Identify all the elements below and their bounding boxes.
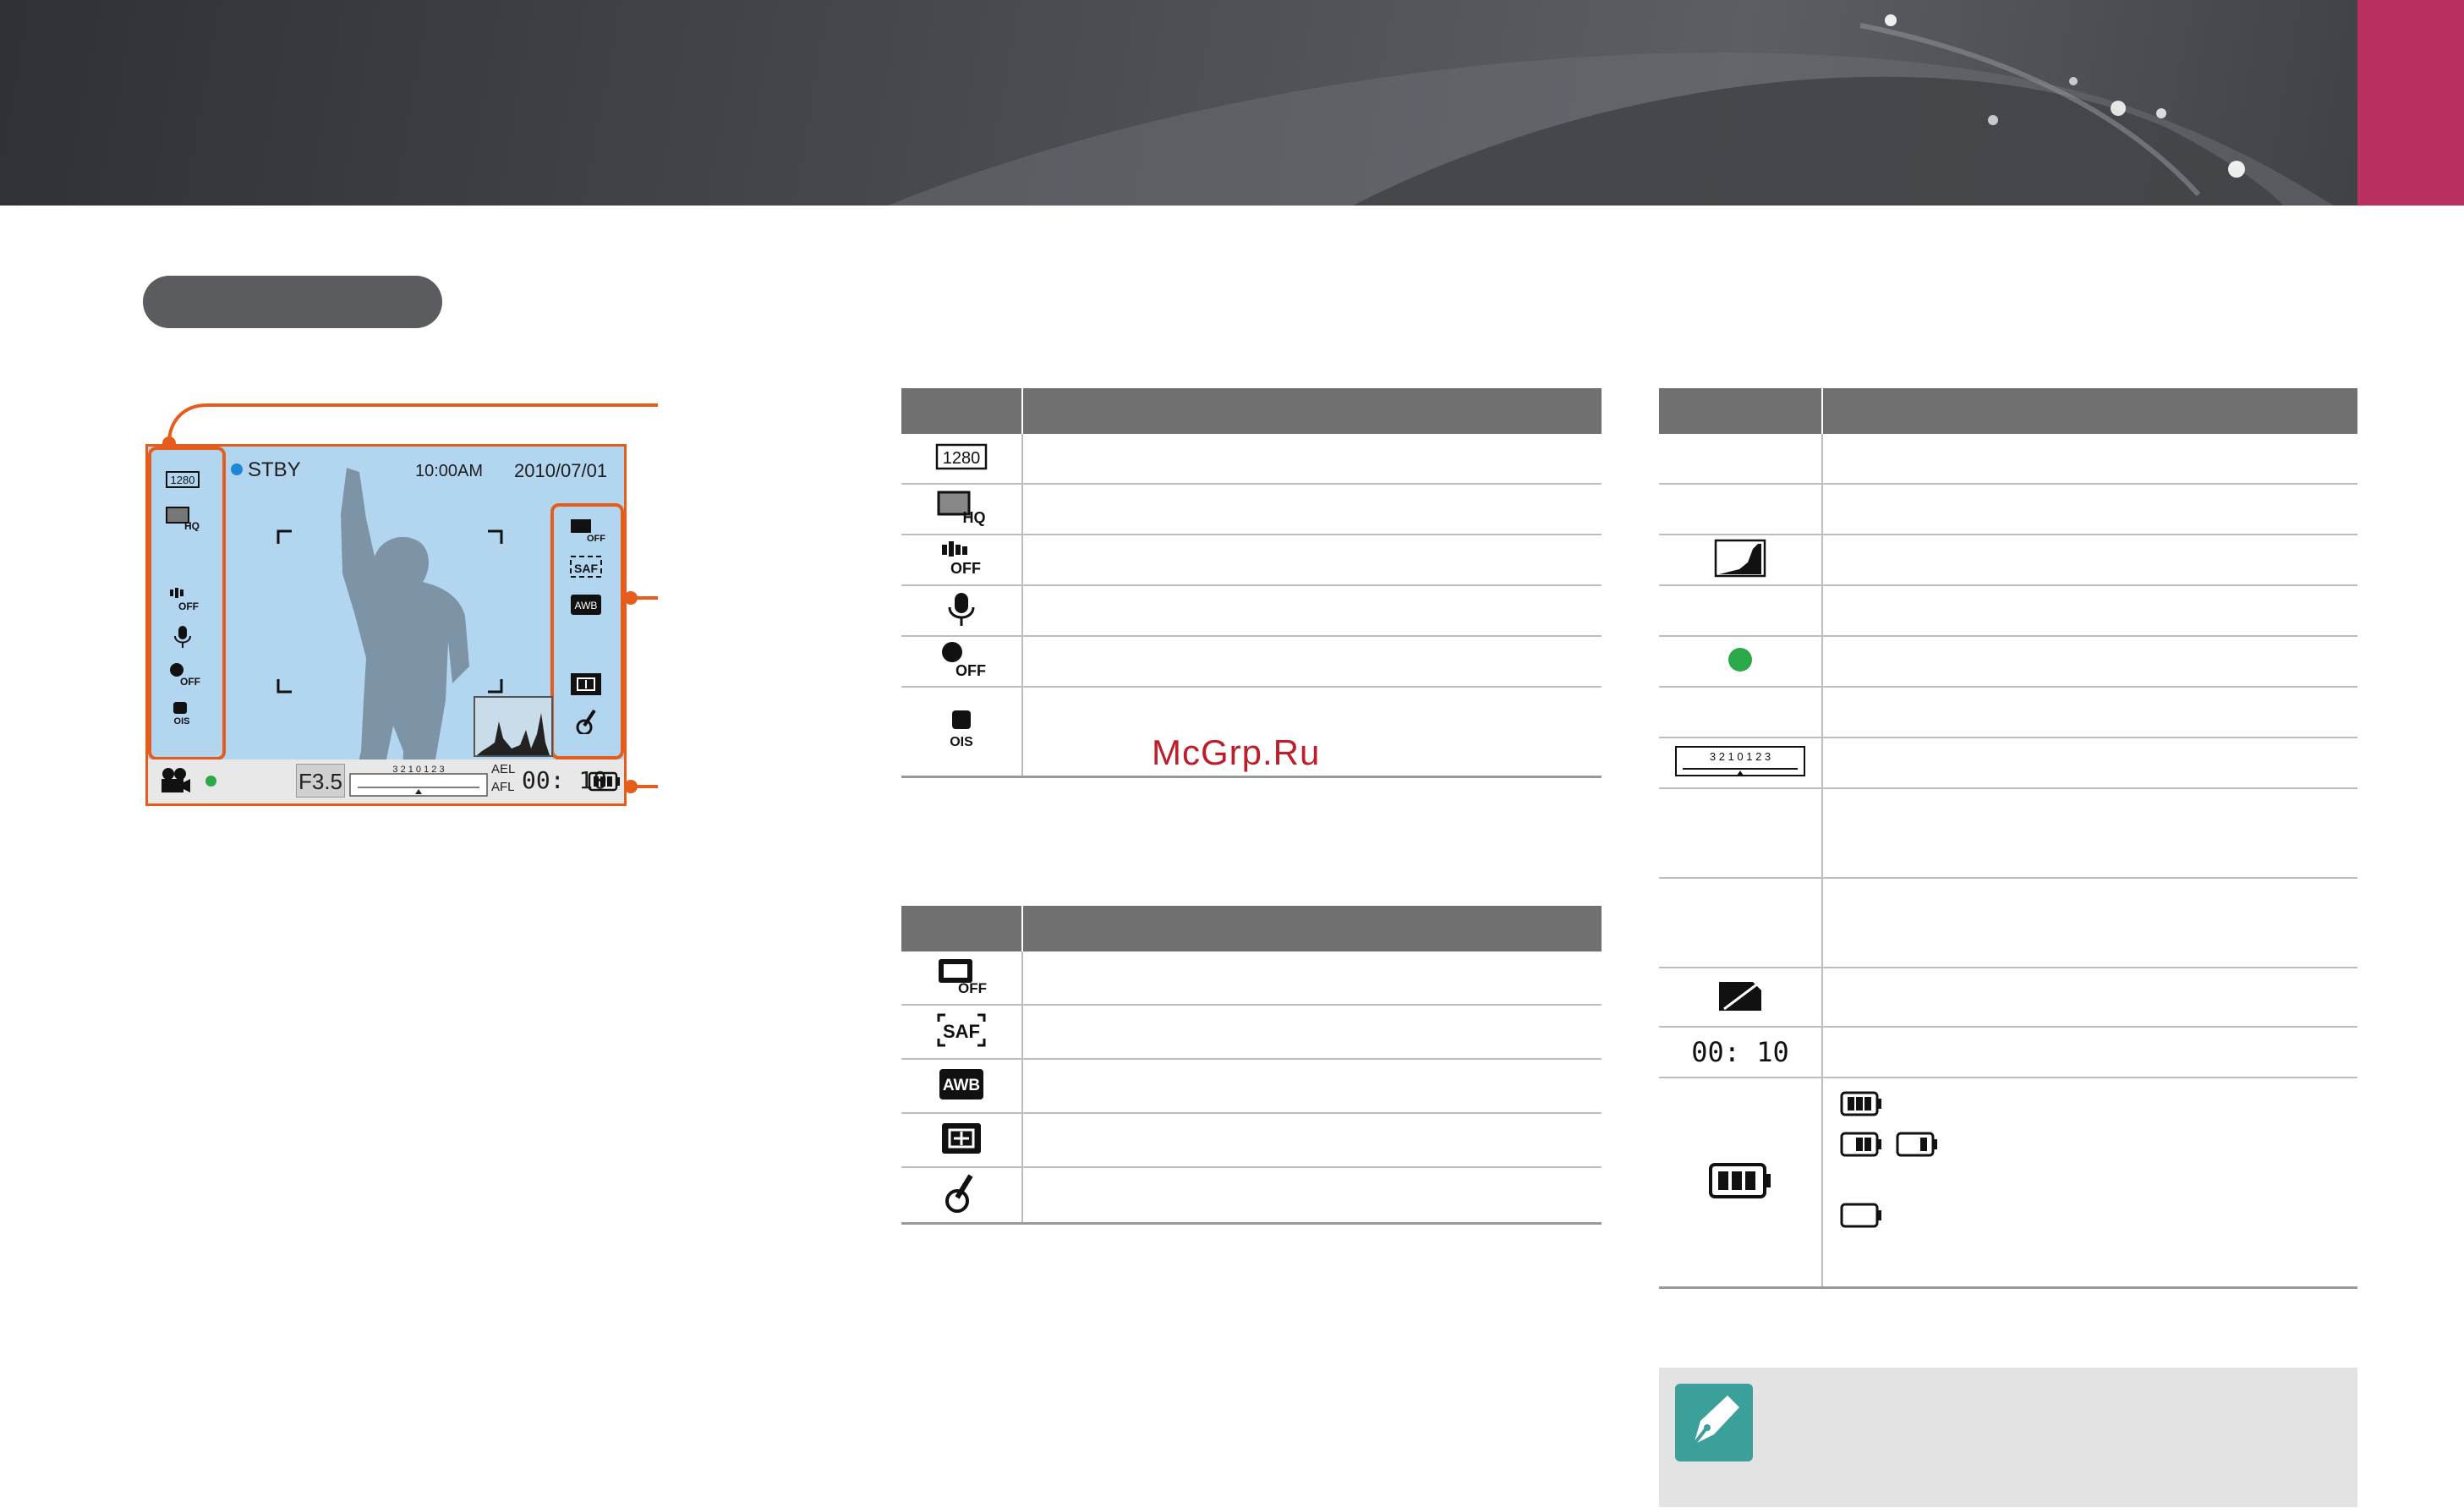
voice-mic-icon xyxy=(948,592,975,626)
exposure-scale-icon: 3 2 1 0 1 2 3 xyxy=(349,765,488,797)
svg-text:OFF: OFF xyxy=(587,534,605,543)
fader-off-icon: OFF xyxy=(942,641,986,679)
svg-text:OFF: OFF xyxy=(958,980,987,996)
table-row xyxy=(901,585,1602,637)
lcd-screen: 1280 HQ OFF OFF OIS STBY 10:00AM 2010/07… xyxy=(145,444,627,806)
lcd-bottom-bar: F3.5 3 2 1 0 1 2 3 AEL AFL 00: 10 xyxy=(148,759,624,803)
metering-icon xyxy=(571,673,601,695)
table-row: OFF xyxy=(901,951,1602,1006)
battery-low-icon xyxy=(1896,1132,1937,1157)
picture-wizard-icon xyxy=(576,709,596,734)
focus-dot-icon xyxy=(205,776,216,787)
awb-icon: AWB xyxy=(939,1068,983,1099)
battery-full-icon xyxy=(1840,1091,1881,1116)
table-row xyxy=(1659,968,2357,1028)
table-row: SAF xyxy=(901,1005,1602,1060)
picture-wizard-icon xyxy=(945,1173,973,1213)
table-row: 3 2 1 0 1 2 3 xyxy=(1659,738,2357,789)
table-row xyxy=(1659,535,2357,586)
svg-text:3 2 1 0 1 2 3: 3 2 1 0 1 2 3 xyxy=(1710,750,1771,763)
table-row: AWB xyxy=(901,1059,1602,1114)
table-row: 00: 10 xyxy=(1659,1027,2357,1078)
watermark: McGrp.Ru xyxy=(1152,732,1321,772)
battery-half-icon xyxy=(1840,1132,1881,1157)
icons-table-left-top: 1280 HQ OFF OFF OIS xyxy=(901,388,1602,778)
histogram-icon xyxy=(1714,539,1766,577)
battery-full-icon xyxy=(588,771,620,792)
table-row: OFF xyxy=(901,636,1602,688)
wind-cut-off-icon: OFF xyxy=(942,540,981,577)
smart-range-off-icon: OFF xyxy=(571,519,605,543)
histogram-icon xyxy=(474,696,553,757)
icons-table-left-bottom: OFF SAF AWB xyxy=(901,906,1602,1225)
svg-text:3 2 1 0 1 2 3: 3 2 1 0 1 2 3 xyxy=(392,765,444,775)
metering-icon xyxy=(942,1122,981,1154)
table-header xyxy=(1659,388,2357,434)
svg-text:1280: 1280 xyxy=(943,449,981,468)
exposure-scale-icon: 3 2 1 0 1 2 3 xyxy=(1675,745,1805,776)
awb-icon: AWB xyxy=(571,595,601,615)
battery-icon xyxy=(1709,1162,1771,1198)
note-box xyxy=(1659,1368,2357,1507)
svg-text:SAF: SAF xyxy=(574,562,598,575)
callout-dot-right xyxy=(624,591,638,605)
table-row xyxy=(1659,636,2357,688)
icons-table-right: 3 2 1 0 1 2 3 00: 10 xyxy=(1659,388,2357,1289)
svg-text:OFF: OFF xyxy=(950,560,981,577)
table-row xyxy=(1659,434,2357,485)
table-header xyxy=(901,388,1602,434)
ael-label: AEL xyxy=(491,762,516,776)
table-row xyxy=(1659,585,2357,637)
table-row xyxy=(901,1167,1602,1225)
svg-text:AWB: AWB xyxy=(943,1077,980,1094)
table-row xyxy=(1659,1078,2357,1289)
ois-icon: OIS xyxy=(950,710,973,749)
note-pen-icon xyxy=(1675,1384,1753,1461)
table-row: 1280 xyxy=(901,434,1602,485)
movie-size-1280-icon: 1280 xyxy=(935,443,988,469)
table-row xyxy=(1659,788,2357,879)
table-row: HQ xyxy=(901,484,1602,535)
saf-icon: SAF xyxy=(570,556,602,578)
smart-range-off-icon: OFF xyxy=(939,958,987,996)
svg-text:SAF: SAF xyxy=(943,1021,980,1042)
table-row xyxy=(1659,687,2357,738)
afl-label: AFL xyxy=(491,780,515,794)
svg-text:OFF: OFF xyxy=(955,662,986,679)
svg-text:AWB: AWB xyxy=(575,600,598,611)
svg-text:HQ: HQ xyxy=(963,509,986,526)
saf-icon: SAF xyxy=(937,1013,986,1046)
movie-mode-icon xyxy=(162,768,190,792)
no-card-icon xyxy=(1719,981,1761,1011)
focus-dot-icon xyxy=(1728,647,1752,672)
table-header xyxy=(901,906,1602,951)
callout-dot-left xyxy=(162,436,176,450)
table-row xyxy=(1659,878,2357,968)
rec-time-icon: 00: 10 xyxy=(1691,1036,1789,1068)
quality-hq-icon: HQ xyxy=(937,491,986,526)
table-row xyxy=(1659,484,2357,535)
aperture-value: F3.5 xyxy=(296,764,345,798)
callout-dot-bottom xyxy=(624,780,638,793)
svg-text:OIS: OIS xyxy=(950,735,973,749)
table-row xyxy=(901,1113,1602,1168)
table-row: OFF xyxy=(901,535,1602,586)
battery-empty-icon xyxy=(1840,1203,1881,1228)
